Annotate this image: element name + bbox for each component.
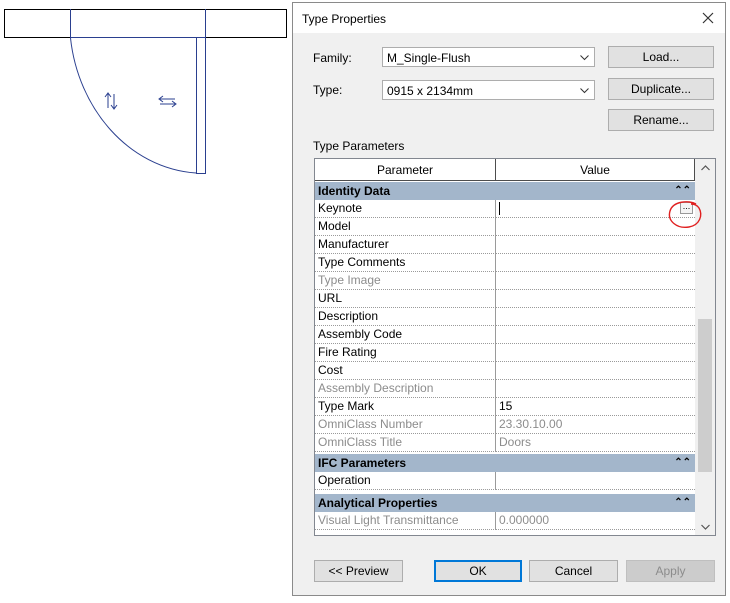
table-row[interactable]: Description [315,308,695,326]
table-row[interactable]: Model [315,218,695,236]
param-value[interactable] [496,236,695,254]
table-row[interactable]: OmniClass Title Doors [315,434,695,452]
param-value[interactable]: 23.30.10.00 [496,416,695,434]
preview-button[interactable]: << Preview [314,560,403,582]
family-label: Family: [313,51,352,65]
type-properties-dialog: Type Properties Family: M_Single-Flush L… [292,2,726,596]
load-button[interactable]: Load... [608,46,714,68]
param-value[interactable] [496,308,695,326]
table-row[interactable]: Type Image [315,272,695,290]
table-row[interactable]: Assembly Description [315,380,695,398]
group-ifc-parameters[interactable]: IFC Parameters ⌃⌃ [315,453,695,472]
text-caret [499,202,500,215]
param-name: Type Comments [315,254,496,272]
param-name: Type Image [315,272,496,290]
table-row[interactable]: Manufacturer [315,236,695,254]
dropdown-arrow-icon [580,88,589,94]
flip-arrow-icon [104,92,177,110]
collapse-icon[interactable]: ⌃⌃ [674,497,691,508]
param-name: Assembly Description [315,380,496,398]
wall-outline [4,9,287,38]
table-row[interactable]: Cost [315,362,695,380]
collapse-icon[interactable]: ⌃⌃ [674,185,691,196]
close-button[interactable] [693,5,723,31]
param-name: Model [315,218,496,236]
group-label: Identity Data [318,184,391,198]
grid-header: Parameter Value [315,159,695,181]
group-label: Analytical Properties [318,496,438,510]
ok-button[interactable]: OK [434,560,522,582]
table-row[interactable]: Type Comments [315,254,695,272]
scroll-down-button[interactable] [695,518,715,535]
param-value[interactable] [496,472,695,490]
type-select[interactable]: 0915 x 2134mm [382,80,595,100]
param-name: Assembly Code [315,326,496,344]
scroll-up-button[interactable] [695,159,715,176]
group-label: IFC Parameters [318,456,407,470]
apply-button[interactable]: Apply [626,560,715,582]
scroll-up-icon [700,164,710,170]
group-analytical-properties[interactable]: Analytical Properties ⌃⌃ [315,493,695,512]
param-name: Visual Light Transmittance [315,512,496,530]
param-value[interactable] [496,344,695,362]
param-value[interactable] [496,362,695,380]
dialog-title: Type Properties [302,12,387,26]
param-value[interactable] [496,380,695,398]
table-row[interactable]: Visual Light Transmittance 0.000000 [315,512,695,530]
param-name: Operation [315,472,496,490]
duplicate-button[interactable]: Duplicate... [608,78,714,100]
param-name: OmniClass Title [315,434,496,452]
table-row[interactable]: Keynote ... [315,200,695,218]
param-value[interactable]: Doors [496,434,695,452]
param-name: URL [315,290,496,308]
param-name: Cost [315,362,496,380]
drawing-canvas [0,0,292,600]
cancel-button[interactable]: Cancel [529,560,618,582]
column-header-value[interactable]: Value [496,159,695,181]
param-name: Keynote [315,200,496,218]
param-name: OmniClass Number [315,416,496,434]
door-plan-drawing [4,9,287,174]
param-name: Type Mark [315,398,496,416]
table-row[interactable]: OmniClass Number 23.30.10.00 [315,416,695,434]
scroll-thumb[interactable] [698,319,712,472]
type-label: Type: [313,83,343,97]
dropdown-arrow-icon [580,55,589,61]
column-header-parameter[interactable]: Parameter [315,159,496,181]
param-value[interactable]: 0.000000 [496,512,695,530]
param-value[interactable] [496,290,695,308]
table-row[interactable]: URL [315,290,695,308]
param-value[interactable] [496,254,695,272]
type-parameters-label: Type Parameters [313,139,405,153]
table-row[interactable]: Type Mark 15 [315,398,695,416]
table-row[interactable]: Fire Rating [315,344,695,362]
door-swing [70,9,206,174]
annotation-circle [668,201,702,228]
close-icon [702,12,714,24]
group-identity-data[interactable]: Identity Data ⌃⌃ [315,181,695,200]
param-value[interactable] [496,272,695,290]
type-parameters-grid: Parameter Value Identity Data ⌃⌃ Keynote… [314,158,716,536]
rename-button[interactable]: Rename... [608,109,714,131]
collapse-icon[interactable]: ⌃⌃ [674,457,691,468]
param-value[interactable]: 15 [496,398,695,416]
type-value: 0915 x 2134mm [387,84,474,98]
param-name: Manufacturer [315,236,496,254]
table-row[interactable]: Assembly Code [315,326,695,344]
param-value[interactable] [496,326,695,344]
scroll-down-icon [700,524,710,530]
family-value: M_Single-Flush [387,51,471,65]
table-row[interactable]: Operation [315,472,695,490]
param-name: Description [315,308,496,326]
param-name: Fire Rating [315,344,496,362]
title-bar: Type Properties [293,3,725,33]
grid-rows: Identity Data ⌃⌃ Keynote ... Model Manuf… [315,181,695,530]
family-select[interactable]: M_Single-Flush [382,47,595,67]
